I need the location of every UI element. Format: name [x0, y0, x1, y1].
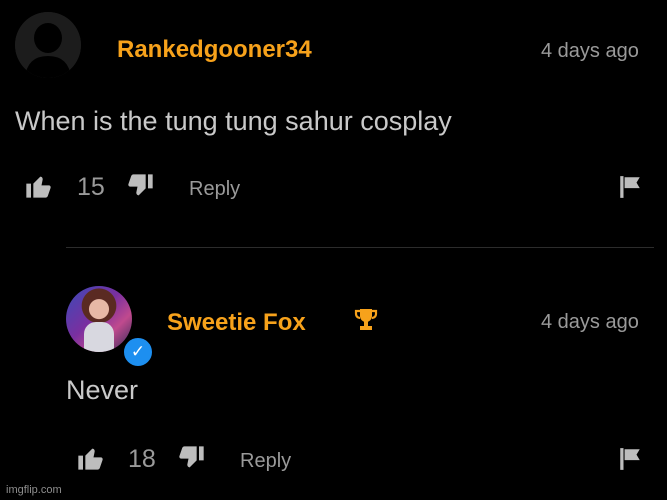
sweetie-fox-avatar[interactable] — [66, 286, 132, 352]
comment-2-username[interactable]: Sweetie Fox — [167, 309, 306, 337]
trophy-icon — [354, 307, 378, 338]
flag-icon[interactable] — [617, 174, 643, 205]
default-avatar[interactable] — [15, 12, 81, 78]
comment-1-timestamp: 4 days ago — [541, 40, 639, 62]
comment-1-reply-button[interactable]: Reply — [189, 178, 240, 201]
verified-badge-icon: ✓ — [121, 335, 155, 369]
comment-2-reply-button[interactable]: Reply — [240, 450, 291, 473]
flag-icon[interactable] — [617, 446, 643, 477]
comment-2-text: Never — [66, 375, 139, 405]
imgflip-watermark: imgflip.com — [6, 484, 62, 496]
comment-1-username[interactable]: Rankedgooner34 — [117, 36, 312, 64]
comment-2-like-count: 18 — [128, 445, 156, 473]
thumbs-down-icon[interactable] — [127, 172, 155, 205]
comment-1-like-count: 15 — [77, 173, 105, 201]
thread-divider — [66, 247, 654, 248]
comment-2-timestamp: 4 days ago — [541, 311, 639, 333]
thumbs-up-icon[interactable] — [24, 172, 52, 205]
thumbs-down-icon[interactable] — [178, 444, 206, 477]
thumbs-up-icon[interactable] — [76, 444, 104, 477]
comment-1-text: When is the tung tung sahur cosplay — [15, 106, 452, 136]
